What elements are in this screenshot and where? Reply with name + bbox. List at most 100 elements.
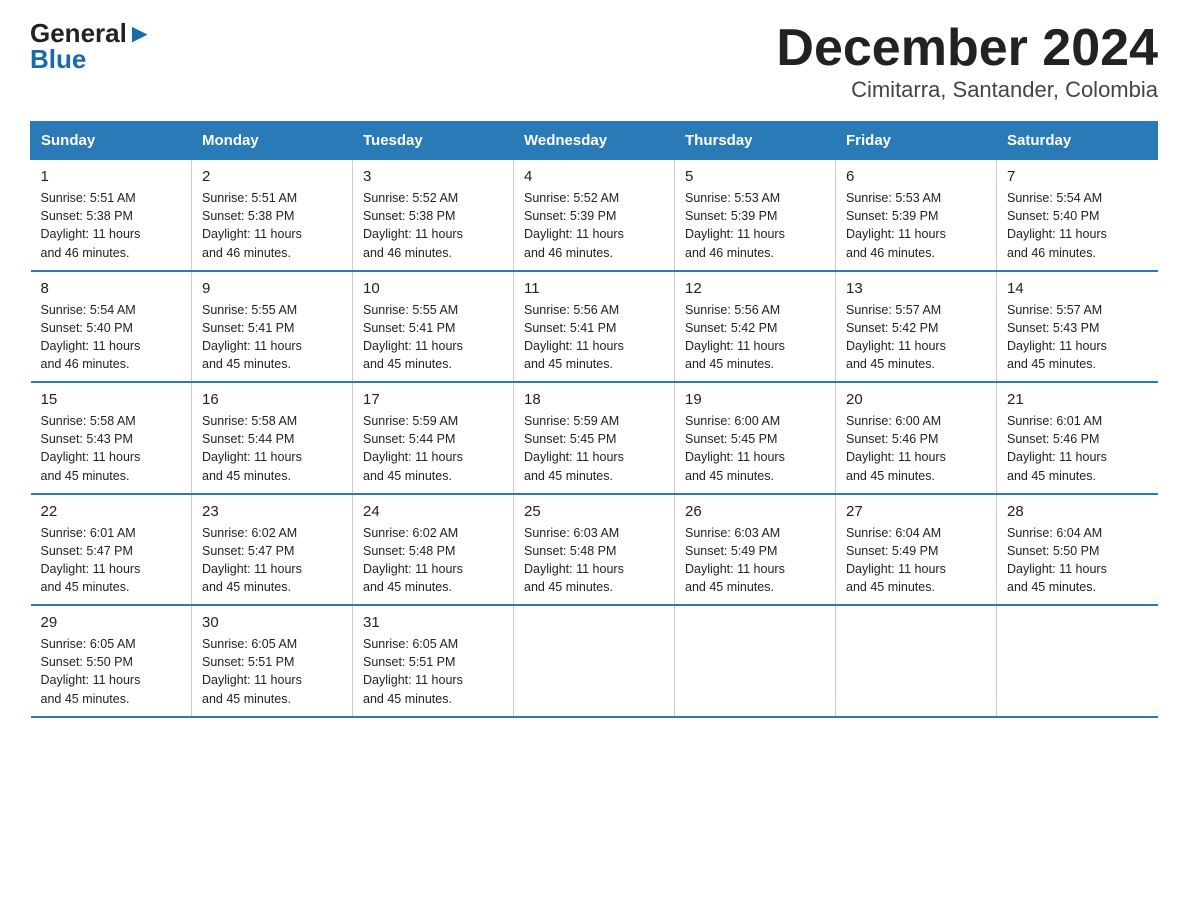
day-number: 13 — [846, 280, 986, 297]
calendar-cell: 6 Sunrise: 5:53 AMSunset: 5:39 PMDaylight… — [836, 160, 997, 271]
day-info: Sunrise: 6:05 AMSunset: 5:51 PMDaylight:… — [202, 635, 342, 708]
day-number: 15 — [41, 391, 182, 408]
calendar-cell: 17 Sunrise: 5:59 AMSunset: 5:44 PMDayligh… — [353, 382, 514, 494]
day-info: Sunrise: 5:58 AMSunset: 5:44 PMDaylight:… — [202, 412, 342, 485]
day-info: Sunrise: 6:01 AMSunset: 5:47 PMDaylight:… — [41, 524, 182, 597]
calendar-cell: 26Sunrise: 6:03 AMSunset: 5:49 PMDayligh… — [675, 494, 836, 606]
calendar-cell: 25Sunrise: 6:03 AMSunset: 5:48 PMDayligh… — [514, 494, 675, 606]
weekday-header-wednesday: Wednesday — [514, 122, 675, 160]
day-number: 30 — [202, 614, 342, 631]
day-number: 22 — [41, 503, 182, 520]
day-number: 17 — [363, 391, 503, 408]
day-info: Sunrise: 5:59 AMSunset: 5:45 PMDaylight:… — [524, 412, 664, 485]
day-info: Sunrise: 5:55 AMSunset: 5:41 PMDaylight:… — [363, 301, 503, 374]
day-number: 5 — [685, 168, 825, 185]
calendar-week-row: 15 Sunrise: 5:58 AMSunset: 5:43 PMDayligh… — [31, 382, 1158, 494]
day-info: Sunrise: 6:02 AMSunset: 5:47 PMDaylight:… — [202, 524, 342, 597]
day-info: Sunrise: 5:59 AMSunset: 5:44 PMDaylight:… — [363, 412, 503, 485]
calendar-cell: 14 Sunrise: 5:57 AMSunset: 5:43 PMDayligh… — [997, 271, 1158, 383]
day-number: 28 — [1007, 503, 1148, 520]
calendar-cell: 15 Sunrise: 5:58 AMSunset: 5:43 PMDayligh… — [31, 382, 192, 494]
calendar-cell: 12Sunrise: 5:56 AMSunset: 5:42 PMDayligh… — [675, 271, 836, 383]
calendar-cell: 27Sunrise: 6:04 AMSunset: 5:49 PMDayligh… — [836, 494, 997, 606]
day-number: 14 — [1007, 280, 1148, 297]
day-info: Sunrise: 6:00 AMSunset: 5:46 PMDaylight:… — [846, 412, 986, 485]
calendar-cell: 31 Sunrise: 6:05 AMSunset: 5:51 PMDayligh… — [353, 605, 514, 717]
day-info: Sunrise: 5:56 AMSunset: 5:42 PMDaylight:… — [685, 301, 825, 374]
weekday-header-saturday: Saturday — [997, 122, 1158, 160]
day-info: Sunrise: 5:54 AMSunset: 5:40 PMDaylight:… — [1007, 189, 1148, 262]
day-info: Sunrise: 5:51 AMSunset: 5:38 PMDaylight:… — [41, 189, 182, 262]
day-number: 11 — [524, 280, 664, 297]
calendar-cell: 18 Sunrise: 5:59 AMSunset: 5:45 PMDayligh… — [514, 382, 675, 494]
day-number: 2 — [202, 168, 342, 185]
calendar-title: December 2024 — [776, 20, 1158, 77]
day-info: Sunrise: 6:03 AMSunset: 5:48 PMDaylight:… — [524, 524, 664, 597]
day-info: Sunrise: 5:57 AMSunset: 5:43 PMDaylight:… — [1007, 301, 1148, 374]
calendar-cell: 29Sunrise: 6:05 AMSunset: 5:50 PMDayligh… — [31, 605, 192, 717]
day-number: 24 — [363, 503, 503, 520]
calendar-subtitle: Cimitarra, Santander, Colombia — [776, 77, 1158, 103]
calendar-cell: 8 Sunrise: 5:54 AMSunset: 5:40 PMDaylight… — [31, 271, 192, 383]
calendar-cell: 13 Sunrise: 5:57 AMSunset: 5:42 PMDayligh… — [836, 271, 997, 383]
day-number: 6 — [846, 168, 986, 185]
logo: General► Blue — [30, 20, 153, 72]
weekday-header-sunday: Sunday — [31, 122, 192, 160]
day-number: 29 — [41, 614, 182, 631]
calendar-table: SundayMondayTuesdayWednesdayThursdayFrid… — [30, 121, 1158, 718]
day-number: 21 — [1007, 391, 1148, 408]
calendar-week-row: 1 Sunrise: 5:51 AMSunset: 5:38 PMDaylight… — [31, 160, 1158, 271]
day-number: 3 — [363, 168, 503, 185]
calendar-cell: 7Sunrise: 5:54 AMSunset: 5:40 PMDaylight… — [997, 160, 1158, 271]
calendar-cell: 28Sunrise: 6:04 AMSunset: 5:50 PMDayligh… — [997, 494, 1158, 606]
calendar-week-row: 29Sunrise: 6:05 AMSunset: 5:50 PMDayligh… — [31, 605, 1158, 717]
day-info: Sunrise: 5:58 AMSunset: 5:43 PMDaylight:… — [41, 412, 182, 485]
calendar-cell: 24 Sunrise: 6:02 AMSunset: 5:48 PMDayligh… — [353, 494, 514, 606]
calendar-header: SundayMondayTuesdayWednesdayThursdayFrid… — [31, 122, 1158, 160]
day-number: 4 — [524, 168, 664, 185]
calendar-cell: 2 Sunrise: 5:51 AMSunset: 5:38 PMDaylight… — [192, 160, 353, 271]
day-info: Sunrise: 5:52 AMSunset: 5:39 PMDaylight:… — [524, 189, 664, 262]
calendar-cell: 4 Sunrise: 5:52 AMSunset: 5:39 PMDaylight… — [514, 160, 675, 271]
day-info: Sunrise: 6:03 AMSunset: 5:49 PMDaylight:… — [685, 524, 825, 597]
day-info: Sunrise: 5:53 AMSunset: 5:39 PMDaylight:… — [846, 189, 986, 262]
day-number: 9 — [202, 280, 342, 297]
calendar-cell — [836, 605, 997, 717]
calendar-cell: 10 Sunrise: 5:55 AMSunset: 5:41 PMDayligh… — [353, 271, 514, 383]
logo-arrow-icon: ► — [127, 20, 153, 46]
calendar-cell: 16 Sunrise: 5:58 AMSunset: 5:44 PMDayligh… — [192, 382, 353, 494]
weekday-header-row: SundayMondayTuesdayWednesdayThursdayFrid… — [31, 122, 1158, 160]
weekday-header-friday: Friday — [836, 122, 997, 160]
day-info: Sunrise: 5:57 AMSunset: 5:42 PMDaylight:… — [846, 301, 986, 374]
day-number: 10 — [363, 280, 503, 297]
calendar-cell: 21 Sunrise: 6:01 AMSunset: 5:46 PMDayligh… — [997, 382, 1158, 494]
calendar-cell: 5 Sunrise: 5:53 AMSunset: 5:39 PMDaylight… — [675, 160, 836, 271]
calendar-week-row: 22 Sunrise: 6:01 AMSunset: 5:47 PMDayligh… — [31, 494, 1158, 606]
day-info: Sunrise: 6:01 AMSunset: 5:46 PMDaylight:… — [1007, 412, 1148, 485]
day-info: Sunrise: 5:55 AMSunset: 5:41 PMDaylight:… — [202, 301, 342, 374]
calendar-cell: 9 Sunrise: 5:55 AMSunset: 5:41 PMDaylight… — [192, 271, 353, 383]
weekday-header-tuesday: Tuesday — [353, 122, 514, 160]
calendar-cell — [997, 605, 1158, 717]
calendar-cell: 19 Sunrise: 6:00 AMSunset: 5:45 PMDayligh… — [675, 382, 836, 494]
day-info: Sunrise: 6:05 AMSunset: 5:51 PMDaylight:… — [363, 635, 503, 708]
calendar-week-row: 8 Sunrise: 5:54 AMSunset: 5:40 PMDaylight… — [31, 271, 1158, 383]
day-number: 8 — [41, 280, 182, 297]
day-info: Sunrise: 5:51 AMSunset: 5:38 PMDaylight:… — [202, 189, 342, 262]
day-info: Sunrise: 5:53 AMSunset: 5:39 PMDaylight:… — [685, 189, 825, 262]
day-number: 16 — [202, 391, 342, 408]
calendar-cell: 1 Sunrise: 5:51 AMSunset: 5:38 PMDaylight… — [31, 160, 192, 271]
day-number: 18 — [524, 391, 664, 408]
day-info: Sunrise: 5:54 AMSunset: 5:40 PMDaylight:… — [41, 301, 182, 374]
calendar-body: 1 Sunrise: 5:51 AMSunset: 5:38 PMDaylight… — [31, 160, 1158, 717]
day-number: 19 — [685, 391, 825, 408]
calendar-cell: 22 Sunrise: 6:01 AMSunset: 5:47 PMDayligh… — [31, 494, 192, 606]
day-number: 31 — [363, 614, 503, 631]
day-info: Sunrise: 6:02 AMSunset: 5:48 PMDaylight:… — [363, 524, 503, 597]
page-header: General► Blue December 2024 Cimitarra, S… — [30, 20, 1158, 103]
day-info: Sunrise: 6:00 AMSunset: 5:45 PMDaylight:… — [685, 412, 825, 485]
calendar-cell — [675, 605, 836, 717]
day-number: 1 — [41, 168, 182, 185]
calendar-cell: 11Sunrise: 5:56 AMSunset: 5:41 PMDayligh… — [514, 271, 675, 383]
calendar-cell — [514, 605, 675, 717]
